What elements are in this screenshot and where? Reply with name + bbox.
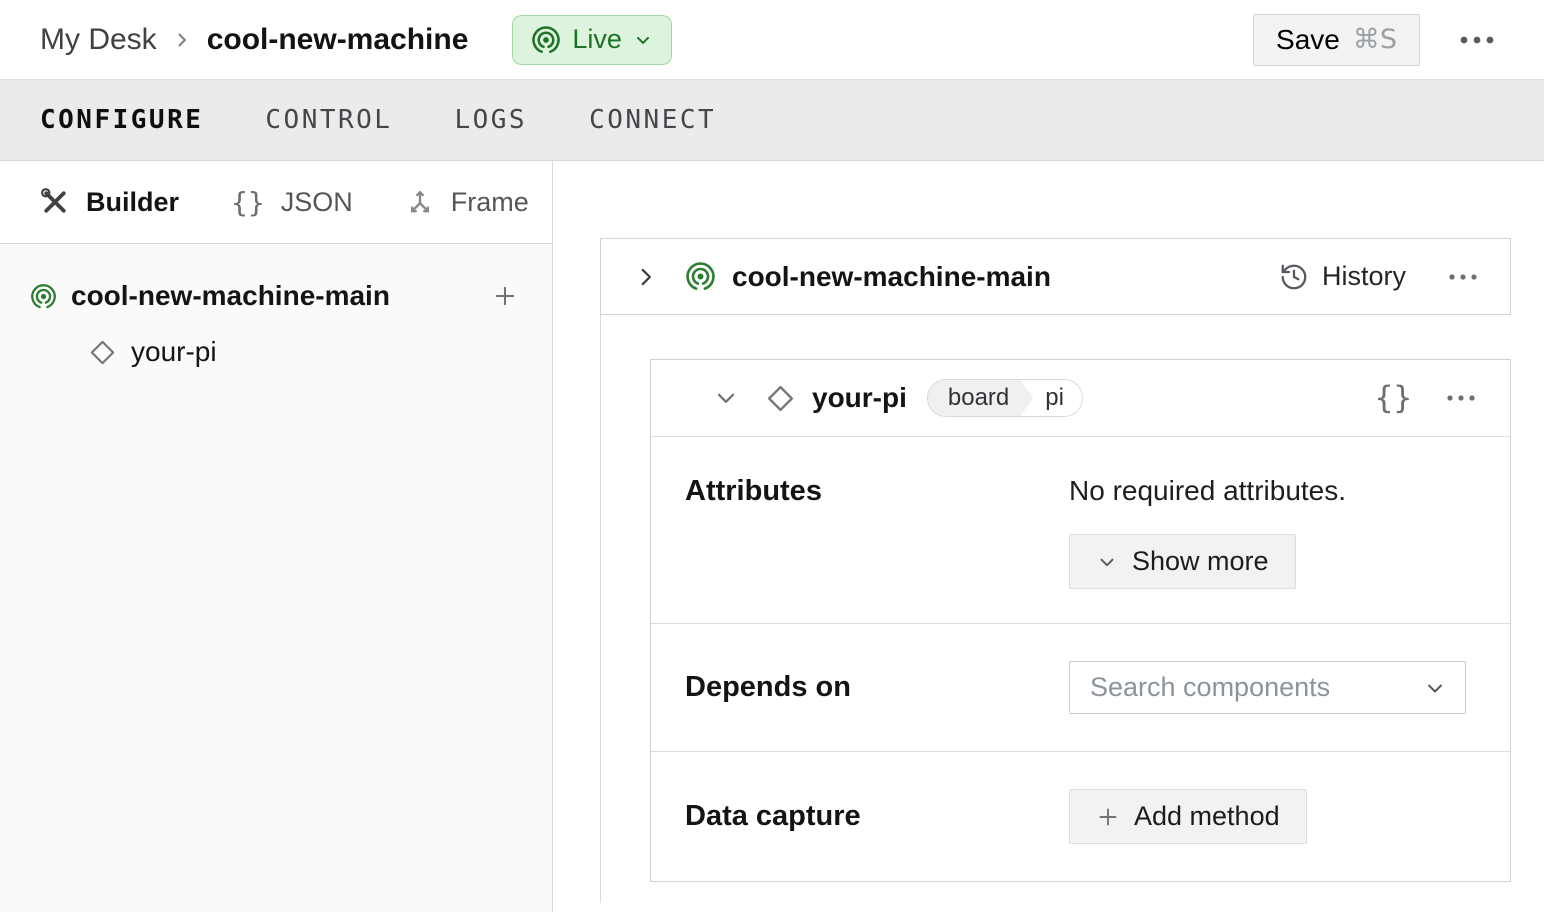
broadcast-icon — [531, 25, 561, 55]
machine-menu-button[interactable] — [1452, 29, 1502, 51]
builder-sidebar: Builder {} JSON Frame cool-new-machine-m… — [0, 161, 553, 912]
chevron-down-icon — [1096, 551, 1118, 573]
mode-frame[interactable]: Frame — [405, 187, 529, 218]
machine-page: My Desk cool-new-machine Live Save ⌘S CO… — [0, 0, 1544, 912]
add-method-label: Add method — [1134, 801, 1280, 831]
tab-control[interactable]: CONTROL — [265, 105, 392, 135]
view-mode-toolbar: Builder {} JSON Frame — [0, 161, 552, 244]
plus-icon — [1096, 805, 1120, 829]
history-label: History — [1321, 261, 1406, 291]
tab-connect[interactable]: CONNECT — [589, 105, 716, 135]
attributes-empty-text: No required attributes. — [1069, 475, 1347, 506]
component-type-badge: board pi — [926, 379, 1083, 417]
chevron-down-icon — [1423, 676, 1447, 700]
tree-rail — [600, 315, 601, 903]
data-capture-section: Data capture Add method — [651, 751, 1510, 881]
show-more-label: Show more — [1132, 546, 1269, 576]
tree-item-machine-part[interactable]: cool-new-machine-main — [0, 268, 552, 324]
component-diamond-icon — [765, 383, 796, 414]
depends-on-section: Depends on — [651, 623, 1510, 751]
attributes-label: Attributes — [685, 475, 822, 507]
ellipsis-icon — [1458, 35, 1496, 45]
add-method-button[interactable]: Add method — [1069, 789, 1307, 844]
component-menu-button[interactable] — [1440, 388, 1482, 408]
attributes-section: Attributes No required attributes. Show … — [651, 436, 1510, 623]
save-shortcut: ⌘S — [1352, 24, 1397, 55]
save-button[interactable]: Save ⌘S — [1253, 13, 1420, 66]
component-type: board — [928, 380, 1033, 416]
machine-tabs: CONFIGURE CONTROL LOGS CONNECT — [0, 80, 1544, 161]
show-more-button[interactable]: Show more — [1069, 534, 1296, 589]
status-badge-label: Live — [572, 24, 622, 54]
tree-part-label: cool-new-machine-main — [71, 280, 390, 311]
broadcast-icon — [30, 283, 57, 310]
depends-on-select[interactable] — [1069, 661, 1466, 714]
component-collapse-button[interactable] — [707, 379, 745, 417]
component-card-title: your-pi — [812, 382, 907, 413]
chevron-down-icon — [633, 30, 653, 50]
component-card-header: your-pi board pi {} — [651, 360, 1510, 436]
breadcrumb: My Desk cool-new-machine — [40, 23, 468, 57]
mode-json[interactable]: {} JSON — [231, 186, 353, 219]
add-component-button[interactable] — [488, 279, 522, 313]
history-icon — [1279, 262, 1309, 292]
mode-json-label: JSON — [280, 186, 353, 217]
part-expand-button[interactable] — [627, 258, 665, 296]
machine-part-card: cool-new-machine-main History — [600, 238, 1511, 315]
component-card-your-pi: your-pi board pi {} Attributes No requir… — [650, 359, 1511, 882]
top-bar: My Desk cool-new-machine Live Save ⌘S — [0, 0, 1544, 80]
tab-logs[interactable]: LOGS — [454, 105, 527, 135]
data-capture-label: Data capture — [685, 800, 861, 832]
component-tree: cool-new-machine-main your-pi — [0, 244, 552, 380]
depends-on-label: Depends on — [685, 671, 851, 703]
component-diamond-icon — [88, 338, 117, 367]
part-menu-button[interactable] — [1442, 267, 1484, 287]
braces-icon: {} — [231, 185, 265, 219]
breadcrumb-parent-link[interactable]: My Desk — [40, 23, 157, 57]
tree-component-label: your-pi — [131, 336, 217, 367]
tools-icon — [40, 187, 70, 217]
save-label: Save — [1276, 23, 1340, 55]
machine-status-dropdown[interactable]: Live — [512, 14, 672, 65]
broadcast-icon — [685, 261, 716, 292]
edit-json-button[interactable]: {} — [1375, 380, 1412, 416]
history-button[interactable]: History — [1279, 261, 1406, 292]
tab-configure[interactable]: CONFIGURE — [40, 105, 203, 135]
chevron-right-icon — [172, 30, 192, 50]
search-components-input[interactable] — [1090, 672, 1423, 703]
mode-builder-label: Builder — [86, 186, 180, 217]
machine-name: cool-new-machine — [206, 22, 469, 56]
tree-item-your-pi[interactable]: your-pi — [0, 324, 552, 380]
component-model: pi — [1033, 380, 1082, 416]
part-card-title: cool-new-machine-main — [732, 260, 1051, 292]
mode-frame-label: Frame — [450, 186, 529, 217]
config-panel: cool-new-machine-main History your-pi bo… — [553, 161, 1544, 912]
configure-content: Builder {} JSON Frame cool-new-machine-m… — [0, 161, 1544, 912]
frame-axes-icon — [405, 187, 435, 217]
mode-builder[interactable]: Builder — [40, 187, 179, 218]
